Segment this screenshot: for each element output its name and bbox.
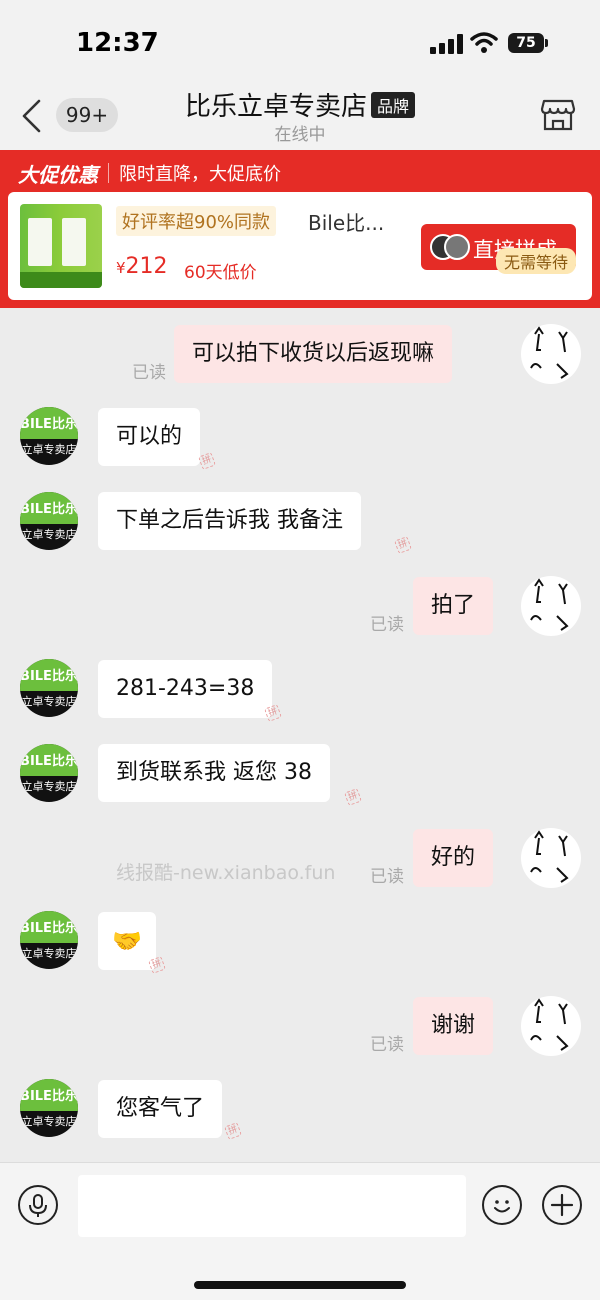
shop-avatar-name: 立卓专卖店	[21, 443, 77, 456]
pin-icon: 拼	[394, 536, 412, 554]
plus-icon	[550, 1193, 574, 1217]
chat-header: 99+ 比乐立卓专卖店 品牌 在线中	[0, 84, 600, 150]
shop-avatar-logo: BILE比乐	[20, 502, 78, 517]
shop-avatar-name: 立卓专卖店	[21, 947, 77, 960]
shop-avatar-name: 立卓专卖店	[21, 528, 77, 541]
message-bubble-sent[interactable]: 谢谢	[413, 997, 494, 1055]
input-bar	[0, 1162, 600, 1300]
product-box-left	[28, 218, 52, 266]
user-avatar[interactable]	[521, 576, 581, 636]
emoji-button[interactable]	[482, 1185, 522, 1225]
message-bubble-received[interactable]: 下单之后告诉我 我备注	[98, 492, 361, 550]
pin-icon: 拼	[224, 1122, 242, 1140]
promo-subtitle: 限时直降，大促底价	[119, 164, 281, 185]
promo-title: 大促优惠	[18, 162, 98, 187]
signal-icon	[430, 34, 463, 54]
home-indicator	[194, 1281, 406, 1289]
message-bubble-received[interactable]: 281-243=38	[98, 660, 273, 718]
shop-avatar-logo: BILE比乐	[20, 417, 78, 432]
read-receipt: 已读	[370, 1035, 404, 1055]
voice-button[interactable]	[18, 1185, 58, 1225]
user-avatar[interactable]	[521, 996, 581, 1056]
smile-icon	[494, 1200, 510, 1213]
read-receipt: 已读	[370, 867, 404, 887]
read-receipt: 已读	[370, 615, 404, 635]
status-time: 12:37	[76, 28, 159, 58]
brand-tag: 品牌	[371, 91, 416, 118]
price-value: 212	[125, 254, 168, 279]
user-avatar[interactable]	[521, 324, 581, 384]
cat-avatar-icon	[530, 830, 569, 883]
product-box-right	[62, 218, 86, 266]
shop-avatar-logo: BILE比乐	[20, 754, 78, 769]
low-price-label: 60天低价	[184, 263, 257, 283]
shop-avatar[interactable]: BILE比乐 立卓专卖店	[20, 744, 78, 802]
no-wait-tag: 无需等待	[496, 248, 577, 274]
battery-icon: 75	[508, 33, 544, 53]
message-bubble-sent[interactable]: 好的	[413, 829, 494, 887]
watermark-text: 线报酷-new.xianbao.fun	[116, 862, 336, 884]
shop-avatar[interactable]: BILE比乐 立卓专卖店	[20, 407, 78, 465]
cat-avatar-icon	[530, 326, 569, 379]
wifi-icon	[470, 32, 498, 53]
product-thumb-strip	[20, 272, 102, 288]
shop-avatar-logo: BILE比乐	[20, 921, 78, 936]
pin-icon: 拼	[198, 452, 216, 470]
currency-symbol: ¥	[116, 259, 126, 277]
user-avatar[interactable]	[521, 828, 581, 888]
cat-avatar-icon	[530, 578, 569, 631]
shop-avatar[interactable]: BILE比乐 立卓专卖店	[20, 1079, 78, 1137]
message-bubble-received[interactable]: 您客气了	[98, 1080, 223, 1138]
product-name: Bile比...	[308, 211, 385, 235]
praise-tag: 好评率超90%同款	[116, 206, 277, 236]
promo-head: 大促优惠 限时直降，大促底价	[18, 158, 281, 188]
buyer-avatars-icon	[430, 234, 470, 260]
shop-avatar[interactable]: BILE比乐 立卓专卖店	[20, 659, 78, 717]
message-input[interactable]	[78, 1175, 466, 1237]
battery-nub	[545, 39, 548, 47]
title-row: 比乐立卓专卖店 品牌	[0, 84, 600, 123]
pin-icon: 拼	[344, 788, 362, 806]
more-button[interactable]	[542, 1185, 582, 1225]
status-bar: 12:37 75	[0, 0, 600, 84]
shop-avatar[interactable]: BILE比乐 立卓专卖店	[20, 492, 78, 550]
shop-title: 比乐立卓专卖店	[184, 92, 367, 122]
shop-avatar-name: 立卓专卖店	[21, 695, 77, 708]
product-thumbnail[interactable]	[20, 204, 102, 288]
message-bubble-sent[interactable]: 拍了	[413, 577, 494, 635]
shop-avatar[interactable]: BILE比乐 立卓专卖店	[20, 911, 78, 969]
product-price: ¥212	[116, 254, 168, 279]
pin-icon: 拼	[264, 704, 282, 722]
online-status: 在线中	[274, 125, 326, 145]
shop-avatar-logo: BILE比乐	[20, 1089, 78, 1104]
shop-avatar-name: 立卓专卖店	[21, 780, 77, 793]
cat-avatar-icon	[530, 998, 569, 1051]
promo-divider	[108, 163, 109, 183]
message-bubble-received[interactable]: 到货联系我 返您 38	[98, 744, 330, 802]
message-bubble-sent[interactable]: 可以拍下收货以后返现嘛	[174, 325, 453, 383]
pin-icon: 拼	[148, 956, 166, 974]
read-receipt: 已读	[132, 363, 166, 383]
message-bubble-received[interactable]: 🤝	[98, 912, 156, 970]
store-icon[interactable]	[540, 98, 576, 132]
microphone-icon	[29, 1194, 47, 1217]
message-bubble-received[interactable]: 可以的	[98, 408, 201, 466]
shop-avatar-name: 立卓专卖店	[21, 1115, 77, 1128]
shop-avatar-logo: BILE比乐	[20, 669, 78, 684]
